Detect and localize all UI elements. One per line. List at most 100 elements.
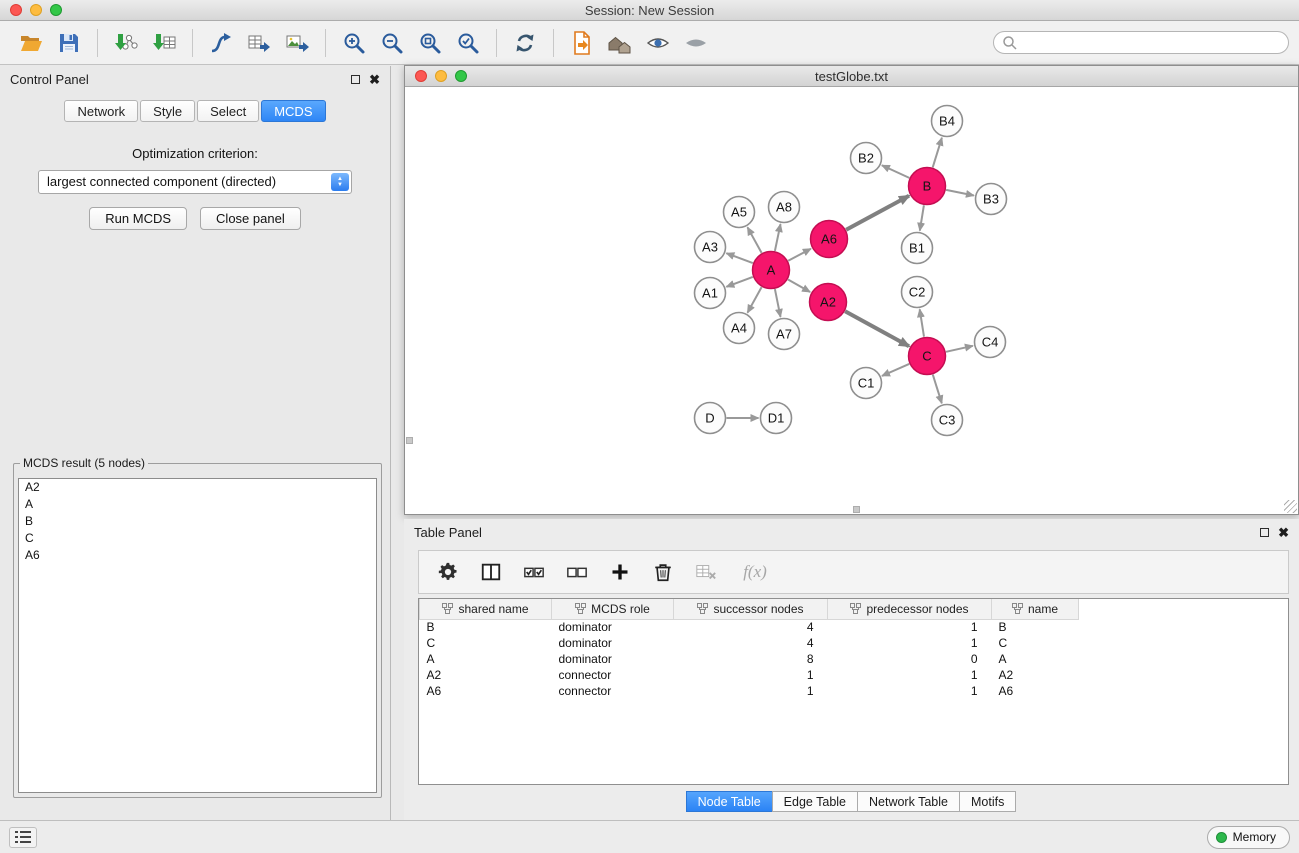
tab-select[interactable]: Select [197,100,259,122]
table-cell[interactable]: 1 [828,667,992,683]
table-row[interactable]: A2connector11A2 [420,667,1289,683]
network-node[interactable]: B4 [932,106,963,137]
tab-node-table[interactable]: Node Table [686,791,773,812]
unselect-all-columns-button[interactable] [564,557,590,587]
network-node[interactable]: A6 [811,221,848,258]
table-cell[interactable]: 1 [828,683,992,699]
table-cell[interactable]: 1 [828,619,992,635]
search-box[interactable] [993,31,1289,54]
column-header-predecessor-nodes[interactable]: predecessor nodes [828,599,992,619]
mcds-result-item[interactable]: B [19,513,376,530]
close-panel-button[interactable]: Close panel [200,207,301,230]
table-cell[interactable]: 0 [828,651,992,667]
zoom-in-button[interactable] [335,25,373,61]
tab-style[interactable]: Style [140,100,195,122]
network-edge[interactable] [775,224,781,251]
memory-button[interactable]: Memory [1207,826,1290,849]
network-node[interactable]: C [909,338,946,375]
table-cell[interactable]: 4 [674,619,828,635]
close-panel-icon[interactable]: ✖ [369,75,380,85]
mcds-result-item[interactable]: A [19,496,376,513]
task-history-button[interactable] [9,827,37,848]
network-edge[interactable] [920,309,924,336]
scrollbar-thumb[interactable] [853,506,860,513]
network-edge[interactable] [946,346,973,352]
resize-grip[interactable] [1284,500,1297,513]
delete-column-button[interactable] [650,557,676,587]
mcds-result-list[interactable]: A2ABCA6 [18,478,377,793]
network-edge[interactable] [775,289,781,317]
network-node[interactable]: A2 [810,284,847,321]
scrollbar-thumb[interactable] [406,437,413,444]
run-mcds-button[interactable]: Run MCDS [89,207,187,230]
zoom-fit-button[interactable] [411,25,449,61]
table-row[interactable]: Cdominator41C [420,635,1289,651]
column-header-shared-name[interactable]: shared name [420,599,552,619]
delete-table-button[interactable] [693,557,719,587]
column-header-mcds-role[interactable]: MCDS role [552,599,674,619]
network-edge[interactable] [933,138,942,168]
network-window-titlebar[interactable]: testGlobe.txt [405,66,1298,87]
network-node[interactable]: B3 [976,184,1007,215]
network-node[interactable]: A8 [769,192,800,223]
tab-mcds[interactable]: MCDS [261,100,325,122]
add-column-button[interactable] [607,557,633,587]
tab-edge-table[interactable]: Edge Table [772,791,858,812]
network-node[interactable]: A [753,252,790,289]
import-network-button[interactable] [107,25,145,61]
open-file-button[interactable] [12,25,50,61]
network-node[interactable]: B [909,168,946,205]
birds-eye-view-button[interactable] [677,25,715,61]
network-edge[interactable] [933,375,942,404]
table-cell[interactable]: B [420,619,552,635]
table-row[interactable]: Bdominator41B [420,619,1289,635]
column-header-name[interactable]: name [992,599,1079,619]
zoom-selected-button[interactable] [449,25,487,61]
network-edge[interactable] [726,277,752,287]
table-cell[interactable]: 1 [828,635,992,651]
network-node[interactable]: A7 [769,319,800,350]
network-edge[interactable] [845,311,909,346]
show-columns-button[interactable] [478,557,504,587]
table-row[interactable]: Adominator80A [420,651,1289,667]
zoom-out-button[interactable] [373,25,411,61]
search-input[interactable] [1022,36,1280,50]
network-node[interactable]: C4 [975,327,1006,358]
network-edge[interactable] [748,287,762,313]
optimization-dropdown[interactable]: largest connected component (directed) ▲… [38,170,352,194]
table-cell[interactable]: connector [552,683,674,699]
table-cell[interactable]: A2 [420,667,552,683]
mcds-result-item[interactable]: A2 [19,479,376,496]
table-cell[interactable]: connector [552,667,674,683]
network-node[interactable]: C2 [902,277,933,308]
fit-content-button[interactable] [601,25,639,61]
mcds-result-item[interactable]: C [19,530,376,547]
network-edge[interactable] [788,249,811,261]
open-session-button[interactable] [563,25,601,61]
mcds-result-item[interactable]: A6 [19,547,376,564]
table-cell[interactable]: A [420,651,552,667]
float-panel-icon[interactable] [351,75,360,84]
table-cell[interactable]: C [420,635,552,651]
network-edge[interactable] [788,280,810,293]
save-session-button[interactable] [50,25,88,61]
network-node[interactable]: A3 [695,232,726,263]
refresh-button[interactable] [506,25,544,61]
table-cell[interactable]: A [992,651,1079,667]
network-node[interactable]: A5 [724,197,755,228]
network-edge[interactable] [748,227,762,253]
table-cell[interactable]: 1 [674,683,828,699]
network-node[interactable]: D [695,403,726,434]
table-cell[interactable]: A6 [992,683,1079,699]
network-canvas[interactable]: B4B2BB3A5A8A6A3B1AA1C2A2A4A7C4CC1C3DD1 [405,87,1298,514]
table-cell[interactable]: 4 [674,635,828,651]
network-node[interactable]: C1 [851,368,882,399]
tab-network-table[interactable]: Network Table [857,791,960,812]
new-network-button[interactable] [202,25,240,61]
table-settings-button[interactable] [435,557,461,587]
table-cell[interactable]: 1 [674,667,828,683]
export-table-button[interactable] [240,25,278,61]
network-edge[interactable] [726,253,752,263]
tab-network[interactable]: Network [64,100,138,122]
function-builder-button[interactable]: f(x) [736,557,774,587]
